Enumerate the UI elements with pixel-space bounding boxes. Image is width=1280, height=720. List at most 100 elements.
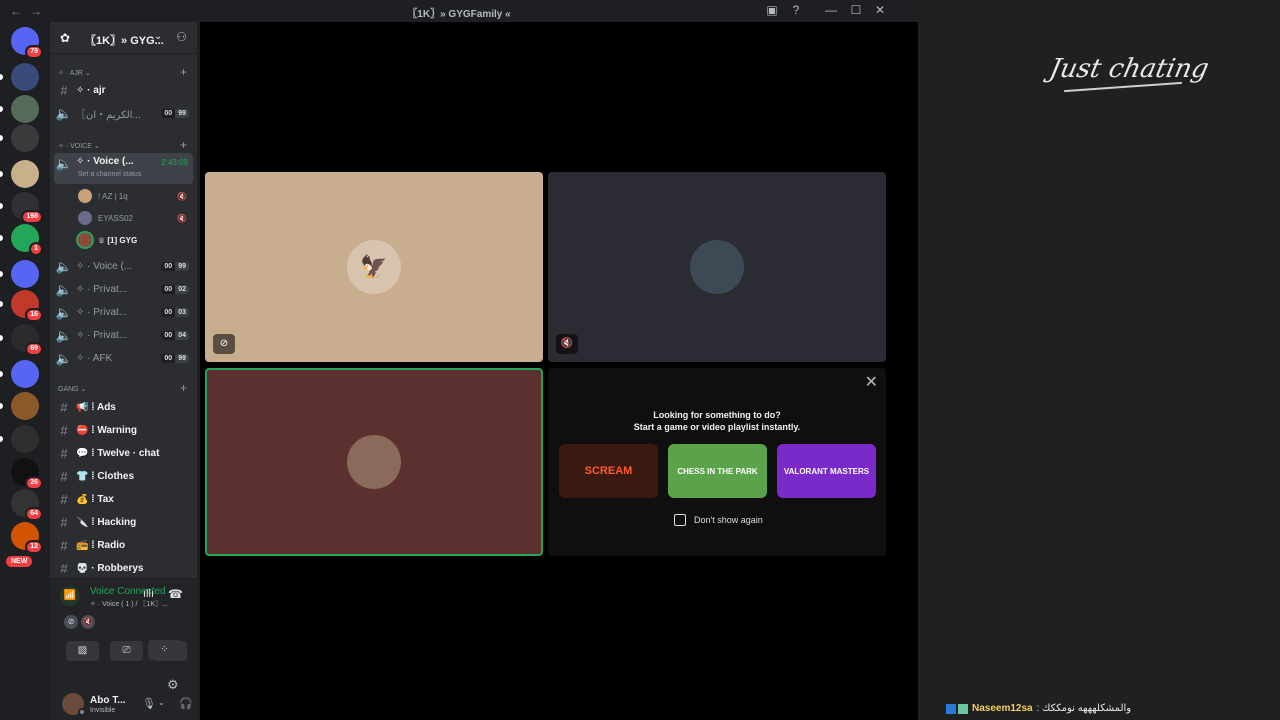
server-icon[interactable] — [11, 124, 39, 152]
add-channel-icon[interactable]: + — [180, 65, 187, 79]
microphone-icon[interactable]: 🎙 — [142, 697, 156, 710]
muted-icon: 🔇 — [177, 191, 187, 201]
settings-gear-icon[interactable]: ⚙ — [167, 677, 179, 693]
checkbox-icon[interactable] — [674, 514, 686, 526]
channel-status-hint[interactable]: Set a channel status — [78, 171, 141, 178]
avatar — [78, 233, 92, 247]
server-icon[interactable] — [11, 95, 39, 123]
headphones-icon[interactable]: 🎧 — [179, 697, 193, 710]
server-icon[interactable] — [11, 360, 39, 388]
maximize-button[interactable]: ☐ — [847, 3, 865, 17]
text-channel[interactable]: # 💰 ⁞ Tax — [54, 489, 193, 510]
minimize-button[interactable]: — — [822, 3, 840, 17]
voice-connected-label[interactable]: Voice Connected — [90, 586, 166, 597]
server-icon[interactable]: 79 — [11, 27, 43, 59]
unread-badge: 26 — [25, 476, 43, 490]
muted-user-icon[interactable]: 🔇 — [81, 615, 95, 629]
text-channel-icon: # — [60, 561, 68, 576]
channel-voice-arabic[interactable]: 🔈 〖الكريم・ان... 00 99 — [54, 103, 193, 124]
close-button[interactable]: ✕ — [871, 3, 889, 17]
channel-voice-active[interactable]: 🔈 ✧ · Voice (... 2:43:09 Set a channel s… — [54, 153, 193, 184]
server-avatar — [11, 63, 39, 91]
category-ajr[interactable]: ✧ · AJR ⌄ — [58, 69, 91, 77]
server-icon[interactable]: 16 — [11, 290, 43, 322]
server-icon[interactable]: 198 — [11, 192, 43, 224]
voice-channel[interactable]: 🔈 ✧ · Privat... 00 03 — [54, 302, 193, 323]
server-icon[interactable]: 12 — [11, 522, 43, 554]
add-channel-icon[interactable]: + — [180, 138, 187, 152]
text-channel-icon: # — [60, 469, 68, 484]
server-icon[interactable] — [11, 425, 39, 453]
voice-channel[interactable]: 🔈 ✧ · AFK 00 99 — [54, 348, 193, 369]
text-channel[interactable]: # 💬 ⁞ Twelve · chat — [54, 443, 193, 464]
eagle-icon: 🦅 — [360, 254, 388, 279]
category-voice[interactable]: ✧ · VOICE ⌄ — [58, 142, 100, 150]
text-channel-icon: # — [60, 446, 68, 461]
activity-title: Looking for something to do? — [653, 410, 781, 420]
voice-channel[interactable]: 🔈 ✧ · Voice (... 00 99 — [54, 256, 193, 277]
voice-user[interactable]: ! AZ | 1q 🔇 — [78, 186, 193, 206]
voice-connected-channel[interactable]: ✧ · Voice ( 1 ) / 〖1K〗... — [90, 599, 168, 609]
text-channel-icon: # — [60, 83, 68, 98]
game-name: VALORANT MASTERS — [783, 466, 870, 476]
text-channel[interactable]: # 👕 ⁞ Clothes — [54, 466, 193, 487]
game-card-chess[interactable]: CHESS IN THE PARK — [668, 444, 767, 498]
text-channel-icon: # — [60, 492, 68, 507]
voice-channel[interactable]: 🔈 ✧ · Privat... 00 04 — [54, 325, 193, 346]
participant-tile-speaking[interactable] — [205, 368, 543, 556]
invite-people-icon[interactable]: ⚇ — [176, 30, 187, 44]
server-icon[interactable] — [11, 392, 39, 420]
server-header[interactable]: ✿ 〖1K〗» GYG... ⌄ ⚇ — [50, 22, 197, 54]
server-icon[interactable]: 64 — [11, 489, 43, 521]
speaker-icon: 🔈 — [55, 105, 73, 121]
speaker-icon: 🔈 — [55, 350, 73, 366]
add-channel-icon[interactable]: + — [180, 381, 187, 395]
voice-user[interactable]: EYASS02 🔇 — [78, 208, 193, 228]
server-icon[interactable]: 26 — [11, 458, 43, 490]
participant-tile[interactable]: 🔇 — [548, 172, 886, 362]
inbox-icon[interactable]: ▣ — [763, 3, 781, 17]
unread-indicator — [0, 135, 3, 141]
server-name: 〖1K〗» GYG... — [85, 35, 164, 47]
text-channel[interactable]: # 📻 ⁞ Radio — [54, 535, 193, 556]
server-icon[interactable] — [11, 63, 39, 91]
unread-badge: 1 — [29, 242, 43, 256]
unread-badge: 64 — [25, 507, 43, 521]
activities-button-alt[interactable]: ⁘ — [148, 640, 181, 660]
user-count-current: 00 — [161, 262, 176, 271]
server-avatar — [11, 124, 39, 152]
camera-off-button[interactable]: ▨ — [66, 641, 99, 661]
close-icon[interactable]: ✕ — [865, 372, 878, 392]
game-card-scream[interactable]: SCREAM — [559, 444, 658, 498]
user-name[interactable]: Abo T... — [90, 695, 126, 706]
server-icon[interactable]: 69 — [11, 324, 43, 356]
dont-show-again-checkbox[interactable]: Don't show again — [674, 514, 763, 526]
help-icon[interactable]: ? — [787, 3, 805, 17]
server-icon[interactable] — [11, 160, 39, 188]
unread-indicator — [0, 74, 3, 80]
server-icon[interactable]: 1 — [11, 224, 43, 256]
new-badge[interactable]: NEW — [6, 556, 33, 567]
activity-suggestion-card: ✕ Looking for something to do? Start a g… — [548, 368, 886, 556]
participant-tile[interactable]: 🦅 ⊘ — [205, 172, 543, 362]
server-icon[interactable] — [11, 260, 39, 288]
user-count-limit: 99 — [175, 109, 189, 118]
voice-channel[interactable]: 🔈 ✧ · Privat... 00 02 — [54, 279, 193, 300]
screen-share-button[interactable]: ⎚ — [110, 641, 143, 661]
signal-icon[interactable]: 📶 — [60, 586, 80, 606]
chevron-down-icon[interactable]: ⌄ — [158, 698, 165, 707]
category-gang[interactable]: gang ⌄ — [58, 385, 86, 393]
activity-avatar-icon[interactable]: ⊘ — [64, 615, 78, 629]
text-channel[interactable]: # 💀 · Robberys — [54, 558, 193, 579]
channel-ajr[interactable]: # ✧ · ajr — [54, 80, 193, 101]
voice-user[interactable]: ♕ [1] GYG — [78, 230, 193, 250]
text-channel[interactable]: # ⛔ ⁞ Warning — [54, 420, 193, 441]
disconnect-icon[interactable]: ☎ — [168, 587, 183, 601]
unread-indicator — [0, 403, 3, 409]
noise-suppression-icon[interactable]: ıllı — [143, 588, 154, 600]
dont-show-again-label: Don't show again — [694, 515, 763, 525]
text-channel[interactable]: # 🔪 ⁞ Hacking — [54, 512, 193, 533]
text-channel[interactable]: # 📢 ⁞ Ads — [54, 397, 193, 418]
unread-indicator — [0, 171, 3, 177]
game-card-valorant[interactable]: VALORANT MASTERS — [777, 444, 876, 498]
